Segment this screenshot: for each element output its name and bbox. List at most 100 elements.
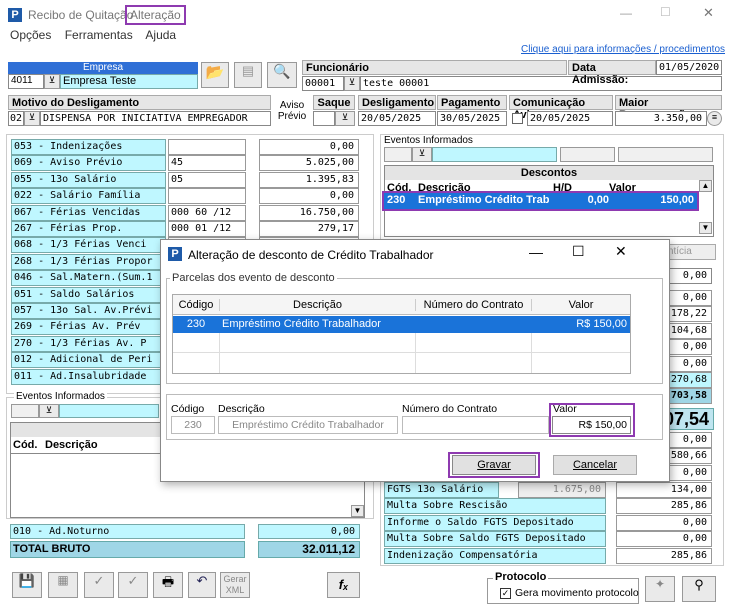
funcionario-name[interactable]: teste 00001 [360,76,722,91]
calculator-icon[interactable]: ▦ [48,572,78,598]
provento-value[interactable]: 5.025,00 [259,155,359,172]
open-folder-icon[interactable]: 📂 [201,62,229,88]
scroll-up-icon[interactable]: ▲ [699,180,712,192]
eventos-right-hd[interactable] [560,147,615,162]
dialog-logo-icon: P [168,247,182,261]
scroll-down-icon[interactable]: ▼ [699,222,712,234]
admissao-value[interactable]: 01/05/2020 [656,60,722,75]
eventos-left-dropdown-icon[interactable]: ⊻ [39,404,59,418]
provento-label: 055 - 13o Salário [11,171,166,188]
parcelas-header: Código Descrição Número do Contrato Valo… [173,295,630,315]
calc-icon[interactable]: ≡ [707,111,722,126]
empresa-dropdown-icon[interactable]: ⊻ [44,74,60,89]
provento-label: 067 - Férias Vencidas [11,204,166,221]
col-line [531,333,532,373]
exit-icon[interactable]: ⚲ [682,576,716,602]
comunicacao-value[interactable]: 20/05/2025 [527,111,613,126]
aviso-line1: Aviso [279,100,305,111]
form-codigo-input[interactable]: 230 [171,416,215,434]
eventos-right-code[interactable] [384,147,412,162]
undo-icon[interactable]: ↶ [188,572,216,598]
form-descricao-input[interactable]: Empréstimo Crédito Trabalhador [218,416,398,434]
eventos-left-desc[interactable] [59,404,159,418]
eventos-left-code[interactable] [11,404,39,418]
provento-value[interactable]: 0,00 [259,139,359,155]
motivo-text[interactable]: DISPENSA POR INICIATIVA EMPREGADOR [40,111,271,126]
fgts-value[interactable]: 285,86 [616,547,712,564]
menu-ferramentas[interactable]: Ferramentas [65,28,133,42]
minimize-button[interactable]: — [620,6,632,20]
eventos-left-col-cod: Cód. [13,439,38,451]
scroll-down-icon[interactable]: ▼ [351,505,364,517]
save-icon[interactable]: 💾 [12,572,42,598]
provento-qty[interactable] [168,139,246,155]
provento-qty[interactable]: 000 60 /12 [168,204,246,221]
gerar-xml-line2: XML [225,585,245,595]
provento-value[interactable]: 16.750,00 [259,204,359,221]
provento-label: 053 - Indenizações [11,139,166,155]
fgts-label: Informe o Saldo FGTS Depositado [384,514,606,531]
saque-dropdown-icon[interactable]: ⊻ [335,111,355,126]
provento-label: 270 - 1/3 Férias Av. P [11,335,166,352]
saque-input[interactable] [313,111,335,126]
pensao-value-text: 0,00 [682,270,707,281]
form-codigo-label: Código [171,403,205,415]
funcionario-code[interactable]: 00001 [302,76,344,91]
protocolo-checkbox[interactable]: ✓ [500,588,511,599]
comunicacao-label: Comunicação Aviso [509,95,613,121]
print-icon[interactable]: 🖶 [153,572,183,598]
provento-value[interactable]: 1.395,83 [259,171,359,188]
eventos-right-desc[interactable] [432,147,557,162]
funcionario-label: Funcionário [302,60,567,75]
app-logo-icon: P [8,8,22,22]
menu-opcoes[interactable]: Opções [10,28,51,42]
funcionario-dropdown-icon[interactable]: ⊻ [344,76,360,91]
fgts-value[interactable]: 0,00 [616,531,712,548]
parcelas-row[interactable]: 230 Empréstimo Crédito Trabalhador R$ 15… [173,316,630,333]
fgts-value[interactable]: 0,00 [616,514,712,531]
eventos-right-valor[interactable] [618,147,713,162]
formula-icon[interactable]: fₓ [327,572,360,598]
protocol-action-icon[interactable]: ✦ [645,576,675,602]
fgts-label: Multa Sobre Saldo FGTS Depositado [384,531,606,548]
saque-label: Saque [313,95,355,110]
empresa-code[interactable]: 4011 [8,74,44,89]
descontos-row-highlight [382,191,699,211]
info-link[interactable]: Clique aqui para informações / procedime… [521,44,725,55]
fgts-mid[interactable]: 1.675,00 [518,482,606,498]
desligamento-value[interactable]: 20/05/2025 [358,111,436,126]
pagamento-value[interactable]: 30/05/2025 [437,111,507,126]
empresa-name[interactable]: Empresa Teste [60,74,198,89]
cancelar-button[interactable]: Cancelar [553,455,637,475]
eventos-right-dropdown-icon[interactable]: ⊻ [412,147,432,162]
window-mode: Alteração [125,5,186,25]
close-button[interactable]: ✕ [703,5,714,21]
parcelas-col-contrato: Número do Contrato [415,299,531,311]
title-bar: P Recibo de Quitação Alteração — ☐ ✕ [0,0,737,30]
provento-qty[interactable]: 05 [168,171,246,188]
document-icon[interactable]: ▤ [234,62,262,88]
maximize-button[interactable]: ☐ [660,5,671,19]
motivo-code[interactable]: 02 [8,111,24,126]
search-employee-icon[interactable]: 🔍 [267,62,297,88]
form-contrato-input[interactable] [402,416,549,434]
menu-ajuda[interactable]: Ajuda [145,28,176,42]
dialog-close-button[interactable]: ✕ [615,243,627,260]
fgts-value[interactable]: 285,86 [616,498,712,515]
gerar-xml-button[interactable]: Gerar XML [220,572,250,598]
provento-value[interactable]: 0,00 [259,188,359,205]
ad-noturno-value[interactable]: 0,00 [258,524,360,539]
provento-value[interactable]: 279,17 [259,221,359,237]
comunicacao-checkbox[interactable] [512,113,523,124]
provento-qty[interactable]: 000 01 /12 [168,221,246,237]
provento-qty[interactable] [168,188,246,205]
aviso-previo-label: Aviso Prévio [276,100,308,122]
check-icon[interactable]: ✓ [84,572,114,598]
motivo-dropdown-icon[interactable]: ⊻ [24,111,40,126]
dialog-minimize-button[interactable]: — [529,244,543,260]
fgts-value[interactable]: 134,00 [616,482,712,498]
dialog-maximize-button[interactable]: ☐ [572,243,585,260]
check-all-icon[interactable]: ✓ [118,572,148,598]
provento-qty[interactable]: 45 [168,155,246,172]
maior-remuneracao-value[interactable]: 3.350,00 [615,111,707,126]
